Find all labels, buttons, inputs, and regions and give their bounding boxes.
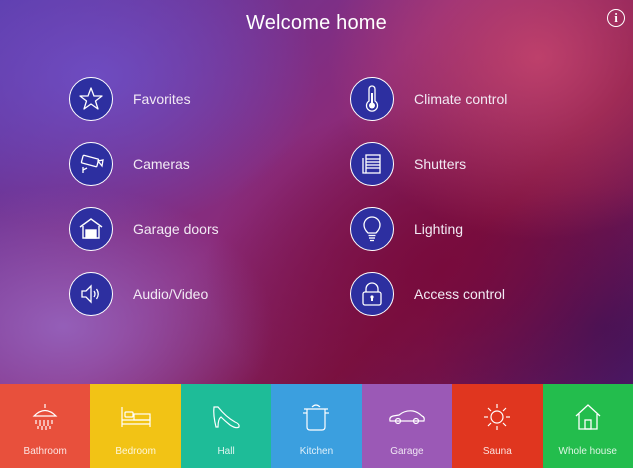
tab-bedroom[interactable]: Bedroom — [90, 384, 181, 468]
high-heel-icon — [210, 400, 242, 434]
tab-garage[interactable]: Garage — [361, 384, 453, 468]
menu-item-shutters[interactable]: Shutters — [350, 142, 466, 186]
menu-item-label: Garage doors — [133, 221, 219, 237]
menu-item-label: Access control — [414, 286, 506, 302]
tab-label: Bedroom — [115, 446, 156, 457]
room-tab-bar: Bathroom Bedroom Hall Kitchen Garage Sau… — [0, 384, 633, 468]
bed-icon — [119, 400, 153, 434]
tab-bathroom[interactable]: Bathroom — [0, 384, 91, 468]
tab-label: Sauna — [482, 446, 512, 457]
garage-icon — [69, 207, 113, 251]
page-title: Welcome home — [246, 12, 387, 34]
house-icon — [573, 400, 603, 434]
tab-label: Bathroom — [23, 446, 67, 457]
menu-item-label: Cameras — [133, 156, 190, 172]
background — [0, 0, 633, 384]
tab-kitchen[interactable]: Kitchen — [271, 384, 362, 468]
tab-whole-house[interactable]: Whole house — [542, 384, 633, 468]
menu-item-label: Favorites — [133, 91, 191, 107]
menu-item-audio-video[interactable]: Audio/Video — [69, 272, 208, 316]
menu-item-cameras[interactable]: Cameras — [69, 142, 190, 186]
lock-icon — [350, 272, 394, 316]
tab-label: Garage — [390, 446, 424, 457]
lightbulb-icon — [350, 207, 394, 251]
camera-icon — [69, 142, 113, 186]
shutters-icon — [350, 142, 394, 186]
menu-item-label: Lighting — [414, 221, 464, 237]
star-icon — [69, 77, 113, 121]
car-icon — [387, 400, 427, 434]
pot-icon — [300, 400, 332, 434]
menu-item-favorites[interactable]: Favorites — [69, 77, 191, 121]
tab-hall[interactable]: Hall — [180, 384, 272, 468]
thermometer-icon — [350, 77, 394, 121]
sun-icon — [482, 400, 512, 434]
shower-icon — [30, 400, 60, 434]
menu-item-climate-control[interactable]: Climate control — [350, 77, 507, 121]
menu-item-label: Climate control — [414, 91, 508, 107]
menu-item-label: Audio/Video — [133, 286, 209, 302]
tab-label: Hall — [217, 446, 235, 457]
info-icon[interactable]: i — [607, 9, 625, 27]
tab-sauna[interactable]: Sauna — [452, 384, 543, 468]
menu-item-lighting[interactable]: Lighting — [350, 207, 463, 251]
menu-item-label: Shutters — [414, 156, 467, 172]
speaker-icon — [69, 272, 113, 316]
tab-label: Whole house — [558, 446, 617, 457]
menu-item-garage-doors[interactable]: Garage doors — [69, 207, 219, 251]
tab-label: Kitchen — [299, 446, 334, 457]
menu-item-access-control[interactable]: Access control — [350, 272, 505, 316]
